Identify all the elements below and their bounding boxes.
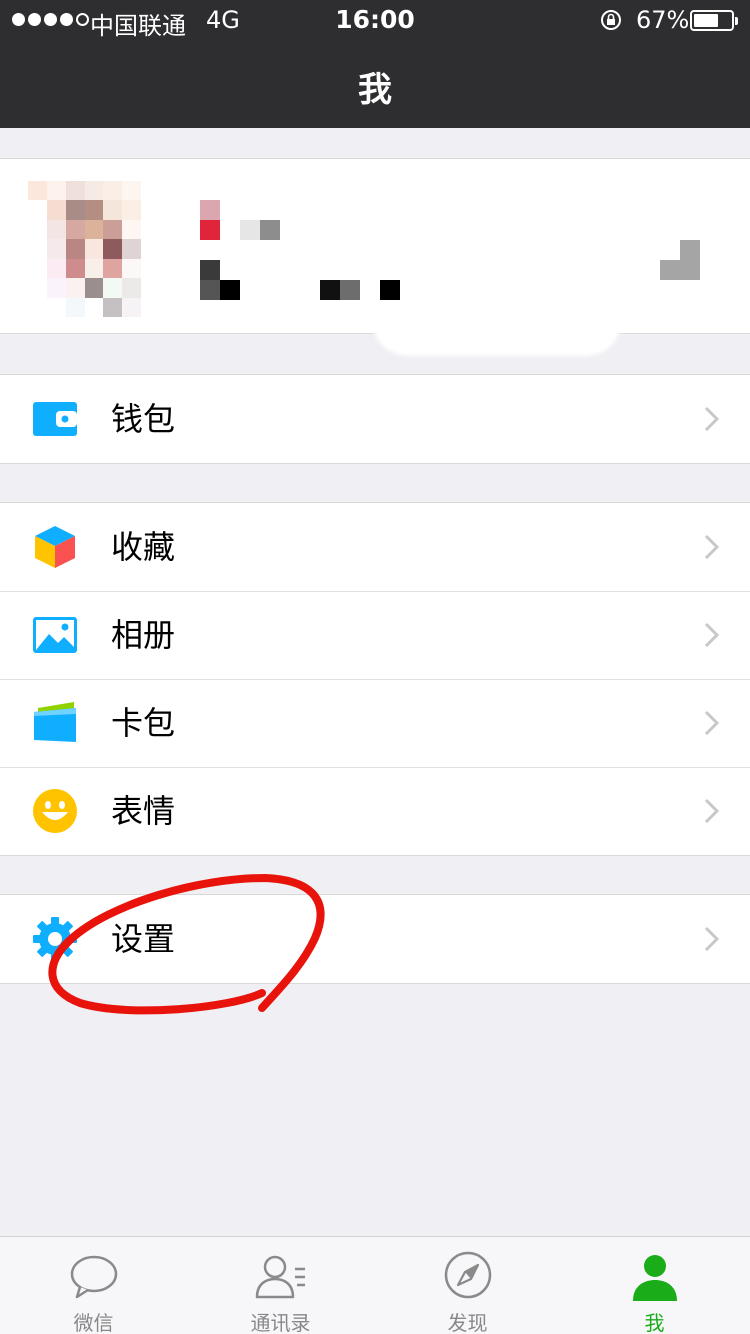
battery-percentage: 67% xyxy=(636,6,690,34)
tab-chats[interactable]: 微信 xyxy=(0,1237,187,1334)
chevron-right-icon xyxy=(704,710,720,736)
chevron-right-icon xyxy=(704,798,720,824)
avatar[interactable] xyxy=(28,181,160,317)
menu-item-favorites[interactable]: 收藏 xyxy=(0,503,750,591)
contacts-icon xyxy=(255,1255,305,1299)
tab-contacts[interactable]: 通讯录 xyxy=(187,1237,374,1334)
menu-group-main: 收藏 相册 卡包 表情 xyxy=(0,502,750,856)
chat-bubble-icon xyxy=(70,1255,118,1299)
menu-label-album: 相册 xyxy=(111,616,176,654)
menu-item-wallet[interactable]: 钱包 xyxy=(0,375,750,463)
favorites-cube-icon xyxy=(35,526,75,568)
person-icon xyxy=(633,1255,677,1301)
card-wallet-icon xyxy=(34,702,76,742)
tab-discover[interactable]: 发现 xyxy=(374,1237,561,1334)
album-picture-icon xyxy=(33,617,77,653)
menu-item-stickers[interactable]: 表情 xyxy=(0,767,750,855)
menu-label-stickers: 表情 xyxy=(111,792,176,830)
battery-icon xyxy=(690,10,738,31)
red-circle-annotation xyxy=(48,873,325,1015)
tab-label-me: 我 xyxy=(644,1311,665,1334)
top-bar: 中国联通 4G 16:00 67% 我 xyxy=(0,0,750,128)
smudge-overlay xyxy=(372,320,622,356)
chevron-right-icon xyxy=(704,622,720,648)
menu-label-cards: 卡包 xyxy=(111,704,176,742)
menu-item-cards[interactable]: 卡包 xyxy=(0,679,750,767)
menu-group-wallet: 钱包 xyxy=(0,374,750,464)
menu-label-favorites: 收藏 xyxy=(111,528,176,566)
status-bar: 中国联通 4G 16:00 67% xyxy=(0,0,750,40)
chevron-right-icon xyxy=(704,926,720,952)
tab-label-contacts: 通讯录 xyxy=(250,1311,311,1334)
chevron-right-icon xyxy=(704,406,720,432)
tab-bar: 微信 通讯录 发现 我 xyxy=(0,1236,750,1334)
menu-item-album[interactable]: 相册 xyxy=(0,591,750,679)
tab-label-discover: 发现 xyxy=(447,1311,488,1334)
wallet-icon xyxy=(33,402,77,436)
tab-label-chats: 微信 xyxy=(73,1311,114,1334)
menu-label-wallet: 钱包 xyxy=(111,400,176,438)
smiley-icon xyxy=(33,789,77,833)
profile-card[interactable] xyxy=(0,158,750,334)
tab-me[interactable]: 我 xyxy=(561,1237,748,1334)
compass-icon xyxy=(444,1251,492,1299)
chevron-right-icon xyxy=(704,534,720,560)
page-title: 我 xyxy=(358,70,392,110)
rotation-lock-icon xyxy=(601,10,621,30)
